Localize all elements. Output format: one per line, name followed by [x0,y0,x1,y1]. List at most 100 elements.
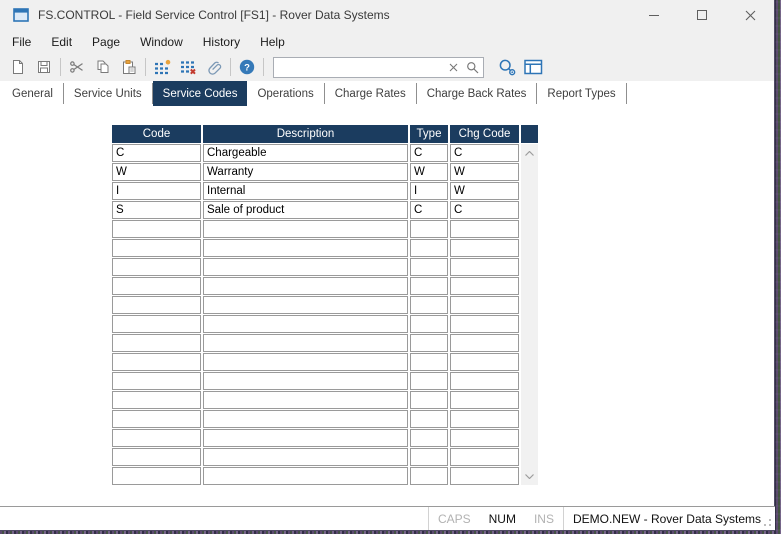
grid-cell-chg-code[interactable]: W [450,182,519,200]
tab-general[interactable]: General [2,83,64,104]
grid-cell-chg-code[interactable] [450,429,519,447]
grid-cell-chg-code[interactable] [450,410,519,428]
grid-cell-type[interactable]: C [410,201,448,219]
grid-cell-code[interactable] [112,220,201,238]
grid-cell-type[interactable] [410,372,448,390]
grid-cell-chg-code[interactable]: C [450,144,519,162]
grid-cell-chg-code[interactable] [450,448,519,466]
tab-charge-back-rates[interactable]: Charge Back Rates [417,83,538,104]
grid-cell-description[interactable] [203,467,408,485]
grid-cell-code[interactable] [112,258,201,276]
copy-button[interactable] [90,55,116,79]
grid-cell-chg-code[interactable] [450,258,519,276]
grid-cell-chg-code[interactable]: C [450,201,519,219]
grid-cell-description[interactable] [203,334,408,352]
delete-row-button[interactable] [175,55,201,79]
grid-cell-type[interactable] [410,353,448,371]
grid-cell-type[interactable] [410,429,448,447]
tab-charge-rates[interactable]: Charge Rates [325,83,417,104]
grid-cell-description[interactable] [203,372,408,390]
attachment-button[interactable] [201,55,227,79]
grid-cell-description[interactable] [203,220,408,238]
grid-cell-code[interactable]: C [112,144,201,162]
menu-item-edit[interactable]: Edit [41,30,82,53]
grid-cell-description[interactable] [203,391,408,409]
tab-operations[interactable]: Operations [247,83,324,104]
grid-cell-code[interactable] [112,448,201,466]
grid-cell-code[interactable] [112,353,201,371]
grid-cell-code[interactable]: I [112,182,201,200]
grid-cell-description[interactable] [203,296,408,314]
grid-cell-code[interactable] [112,315,201,333]
tab-report-types[interactable]: Report Types [537,83,626,104]
help-button[interactable]: ? [234,55,260,79]
grid-cell-type[interactable] [410,296,448,314]
menu-item-history[interactable]: History [193,30,250,53]
tab-service-codes[interactable]: Service Codes [153,81,248,106]
search-view-button[interactable] [494,55,520,79]
grid-cell-description[interactable] [203,258,408,276]
new-document-button[interactable] [5,55,31,79]
grid-cell-type[interactable]: W [410,163,448,181]
grid-cell-code[interactable] [112,429,201,447]
save-button[interactable] [31,55,57,79]
grid-cell-type[interactable] [410,410,448,428]
grid-cell-chg-code[interactable] [450,391,519,409]
grid-cell-code[interactable]: W [112,163,201,181]
grid-cell-chg-code[interactable] [450,467,519,485]
menu-item-file[interactable]: File [2,30,41,53]
grid-cell-type[interactable] [410,239,448,257]
grid-cell-description[interactable] [203,429,408,447]
grid-cell-type[interactable] [410,334,448,352]
grid-cell-type[interactable] [410,277,448,295]
grid-cell-type[interactable] [410,391,448,409]
grid-cell-description[interactable] [203,410,408,428]
menu-item-page[interactable]: Page [82,30,130,53]
tab-service-units[interactable]: Service Units [64,83,153,104]
grid-cell-code[interactable] [112,296,201,314]
grid-cell-code[interactable] [112,277,201,295]
grid-cell-chg-code[interactable]: W [450,163,519,181]
grid-cell-code[interactable] [112,467,201,485]
grid-cell-description[interactable] [203,239,408,257]
grid-cell-code[interactable] [112,372,201,390]
grid-cell-type[interactable] [410,315,448,333]
scroll-down-icon[interactable] [521,468,538,484]
scroll-up-icon[interactable] [521,145,538,161]
grid-cell-description[interactable]: Internal [203,182,408,200]
grid-cell-type[interactable] [410,220,448,238]
grid-cell-chg-code[interactable] [450,334,519,352]
grid-cell-code[interactable] [112,239,201,257]
search-icon[interactable] [462,61,483,74]
grid-cell-code[interactable]: S [112,201,201,219]
insert-row-button[interactable] [149,55,175,79]
resize-grip[interactable] [762,517,772,527]
clear-search-icon[interactable] [445,63,462,72]
grid-cell-type[interactable]: C [410,144,448,162]
grid-cell-description[interactable]: Warranty [203,163,408,181]
grid-cell-description[interactable]: Chargeable [203,144,408,162]
grid-cell-type[interactable] [410,467,448,485]
grid-cell-type[interactable] [410,258,448,276]
vertical-scrollbar[interactable] [521,144,538,485]
grid-cell-type[interactable] [410,448,448,466]
grid-cell-description[interactable] [203,315,408,333]
cut-button[interactable] [64,55,90,79]
grid-cell-chg-code[interactable] [450,239,519,257]
grid-cell-chg-code[interactable] [450,277,519,295]
grid-cell-chg-code[interactable] [450,372,519,390]
grid-cell-description[interactable]: Sale of product [203,201,408,219]
minimize-button[interactable] [630,0,678,30]
grid-cell-chg-code[interactable] [450,220,519,238]
close-button[interactable] [726,0,774,30]
layout-button[interactable] [520,55,546,79]
grid-cell-description[interactable] [203,448,408,466]
grid-cell-description[interactable] [203,353,408,371]
grid-cell-code[interactable] [112,391,201,409]
grid-cell-chg-code[interactable] [450,353,519,371]
maximize-button[interactable] [678,0,726,30]
search-input[interactable] [274,59,445,76]
grid-cell-code[interactable] [112,334,201,352]
menu-item-window[interactable]: Window [130,30,193,53]
grid-cell-type[interactable]: I [410,182,448,200]
